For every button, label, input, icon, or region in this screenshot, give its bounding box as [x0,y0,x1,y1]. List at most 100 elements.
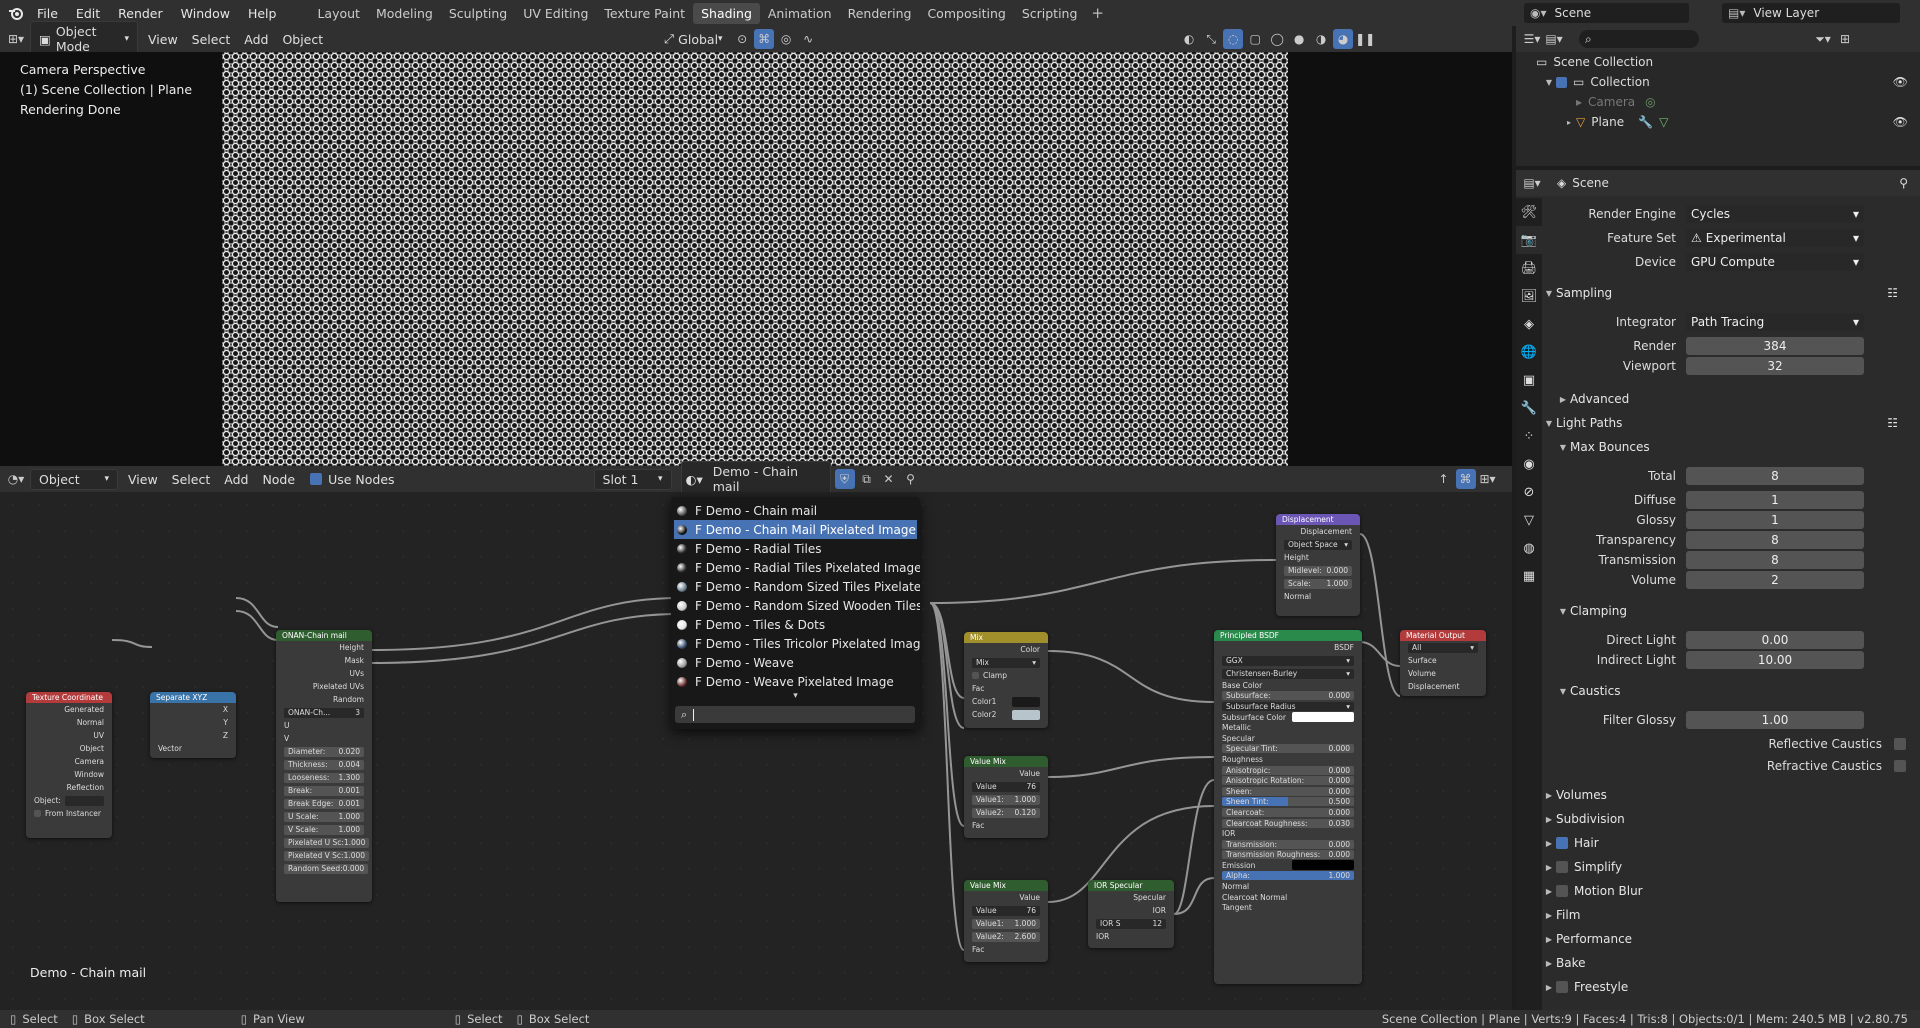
param-field[interactable]: Diameter: 0.020 [284,746,364,757]
node-snap-icon[interactable]: ⌘ [1455,469,1476,489]
space-dropdown[interactable]: Object Space ▾ [1284,539,1352,550]
viewport-samples-field[interactable]: 32 [1686,357,1864,375]
light-paths-panel-header[interactable]: ▼ Light Paths ☷ [1542,412,1920,434]
expand-icon[interactable]: ▼ [1542,78,1556,87]
node-material-output[interactable]: Material Output All ▾ Surface Volume Disp… [1400,630,1486,696]
param-field[interactable]: Looseness: 1.300 [284,772,364,783]
material-list-item[interactable]: F Demo - Tiles Tricolor Pixelated Image [671,634,920,653]
bsdf-field[interactable]: Transmission Roughness: 0.000 [1222,850,1354,860]
physics-tab-icon[interactable]: ◉ [1516,450,1542,478]
freestyle-panel-header[interactable]: ▶ Freestyle [1542,976,1920,998]
solid-shading-icon[interactable]: ● [1289,29,1309,49]
subdivision-panel-header[interactable]: ▶ Subdivision [1542,808,1920,830]
add-workspace-icon[interactable]: + [1085,4,1110,22]
transparency-field[interactable]: 8 [1686,531,1864,549]
outliner-row-scene-collection[interactable]: ▭ Scene Collection [1516,52,1920,72]
menu-select[interactable]: Select [185,32,238,47]
pin-icon[interactable]: ⚲ [1899,176,1908,190]
subsurface-method-dropdown[interactable]: Christensen-Burley ▾ [1222,668,1354,679]
world-tab-icon[interactable]: 🌐 [1516,338,1542,366]
pivot-icon[interactable]: ⊙ [732,29,752,49]
param-field[interactable]: Pixelated V Sc: 1.000 [284,850,370,861]
blender-logo-icon[interactable] [4,0,28,26]
hair-panel-header[interactable]: ▶ Hair [1542,832,1920,854]
bsdf-field[interactable]: Subsurface: 0.000 [1222,691,1354,701]
menu-edit[interactable]: Edit [67,6,109,21]
subsurface-color-swatch[interactable] [1292,712,1354,723]
3d-viewport[interactable]: Camera Perspective (1) Scene Collection … [0,52,1512,466]
menu-file[interactable]: File [28,6,67,21]
subsurface-radius-dropdown[interactable]: Subsurface Radius ▾ [1222,701,1354,711]
output-tab-icon[interactable]: 🖨 [1516,254,1542,282]
properties-editor-type-icon[interactable]: ▤▾ [1522,173,1542,193]
menu-add[interactable]: Add [237,32,275,47]
tab-modeling[interactable]: Modeling [368,3,441,24]
object-field[interactable] [64,795,104,806]
node-value-mix-1[interactable]: Value Mix Value Value 76 Value1: 1.000 Val… [964,756,1048,838]
indirect-light-field[interactable]: 10.00 [1686,651,1864,669]
expand-icon[interactable]: ▸ [1562,118,1576,127]
performance-panel-header[interactable]: ▶ Performance [1542,928,1920,950]
tab-shading[interactable]: Shading [693,2,760,24]
menu-render[interactable]: Render [109,6,172,21]
param-field[interactable]: Pixelated U Sc: 1.000 [284,837,370,848]
node-principled-bsdf[interactable]: Principled BSDF BSDF GGX ▾ Christensen-Bu… [1214,630,1362,984]
midlevel-field[interactable]: Midlevel: 0.000 [1284,565,1352,576]
caustics-subpanel-header[interactable]: ▼ Caustics [1556,680,1920,702]
freestyle-checkbox[interactable] [1556,981,1568,993]
material-browse-icon[interactable]: ◐▾ [686,472,703,487]
tab-scripting[interactable]: Scripting [1014,3,1086,24]
outliner-row-camera[interactable]: ▸ Camera ◎ [1516,92,1920,112]
scroll-more-icon[interactable]: ▾ [671,691,920,701]
material-tab-icon[interactable]: ◍ [1516,534,1542,562]
bsdf-field[interactable]: Transmission: 0.000 [1222,839,1354,849]
falloff-icon[interactable]: ∿ [798,29,818,49]
bsdf-field[interactable]: Clearcoat Roughness: 0.030 [1222,818,1354,828]
outliner-editor-type-icon[interactable]: ☰▾ [1522,29,1542,49]
visibility-icon[interactable]: ◐ [1179,29,1199,49]
eye-icon[interactable]: 👁 [1893,115,1908,129]
node-ior-specular[interactable]: IOR Specular Specular IOR IOR S 12 IOR [1088,880,1174,948]
clamp-checkbox[interactable] [972,672,979,679]
node-value-mix-2[interactable]: Value Mix Value Value 76 Value1: 1.000 Val… [964,880,1048,962]
bake-panel-header[interactable]: ▶ Bake [1542,952,1920,974]
volumes-panel-header[interactable]: ▶ Volumes [1542,784,1920,806]
menu-help[interactable]: Help [239,6,286,21]
slot-dropdown[interactable]: Slot 1 ▾ [593,468,672,490]
sampling-panel-header[interactable]: ▼ Sampling ☷ [1542,282,1920,304]
menu-object[interactable]: Object [275,32,330,47]
integrator-dropdown[interactable]: Path Tracing ▾ [1686,313,1864,331]
group-selector[interactable]: ONAN-Ch... 3 [276,706,372,719]
param-field[interactable]: V Scale: 1.000 [284,824,364,835]
filter-glossy-field[interactable]: 1.00 [1686,711,1864,729]
target-dropdown[interactable]: All ▾ [1408,642,1478,653]
refractive-caustics-checkbox[interactable] [1894,760,1906,772]
param-field[interactable]: Break Edge: 0.001 [284,798,364,809]
diffuse-field[interactable]: 1 [1686,491,1864,509]
view-layer-selector[interactable]: ▤▾ View Layer [1722,3,1900,23]
pause-icon[interactable]: ❚❚ [1355,29,1375,49]
motion-blur-panel-header[interactable]: ▶ Motion Blur [1542,880,1920,902]
unlink-material-icon[interactable]: ✕ [879,469,899,489]
object-tab-icon[interactable]: ▣ [1516,366,1542,394]
display-mode-icon[interactable]: ▤▾ [1544,29,1564,49]
simplify-checkbox[interactable] [1556,861,1568,873]
param-field[interactable]: Break: 0.001 [284,785,364,796]
material-list-item[interactable]: F Demo - Weave Pixelated Image [671,672,920,691]
data-tab-icon[interactable]: ▽ [1516,506,1542,534]
outliner-search-input[interactable]: ⌕ [1579,30,1699,48]
constraints-tab-icon[interactable]: ⊘ [1516,478,1542,506]
node-texture-coordinate[interactable]: Texture Coordinate Generated Normal UV O… [26,692,112,838]
view-layer-tab-icon[interactable]: 🖼 [1516,282,1542,310]
volume-field[interactable]: 2 [1686,571,1864,589]
node-menu-select[interactable]: Select [165,472,218,487]
pin-icon[interactable]: ⚲ [901,469,921,489]
glossy-field[interactable]: 1 [1686,511,1864,529]
scale-field[interactable]: Scale: 1.000 [1284,578,1352,589]
snap-icon[interactable]: ⌘ [754,29,775,49]
node-mix[interactable]: Mix Color Mix ▾ Clamp Fac Color1 Color2 [964,632,1048,728]
material-list-item[interactable]: F Demo - Radial Tiles Pixelated Image [671,558,920,577]
tab-texture-paint[interactable]: Texture Paint [596,3,693,24]
feature-set-dropdown[interactable]: ⚠ Experimental ▾ [1686,229,1864,247]
direct-light-field[interactable]: 0.00 [1686,631,1864,649]
